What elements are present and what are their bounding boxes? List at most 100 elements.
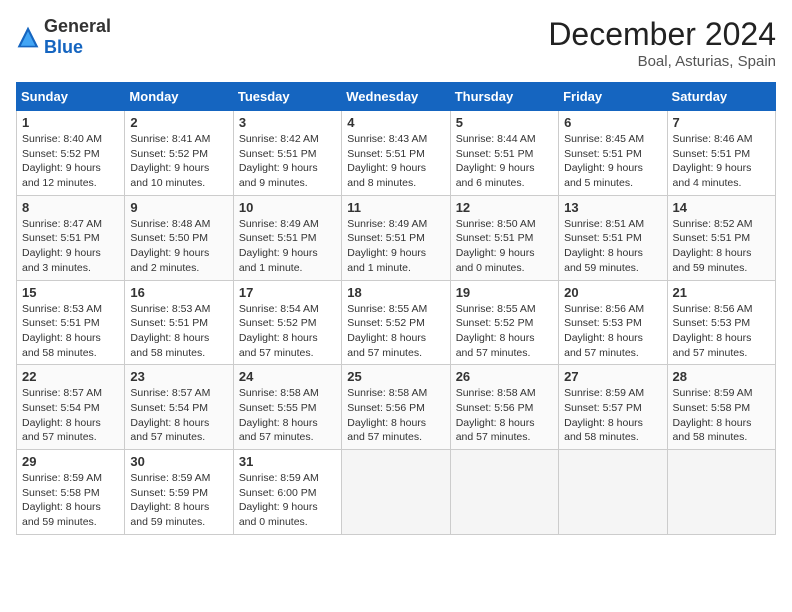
day-number: 31 [239, 454, 336, 469]
day-details: Sunrise: 8:49 AMSunset: 5:51 PMDaylight:… [239, 218, 319, 274]
title-area: December 2024 Boal, Asturias, Spain [548, 16, 776, 70]
day-cell: 9 Sunrise: 8:48 AMSunset: 5:50 PMDayligh… [125, 195, 233, 280]
day-cell: 8 Sunrise: 8:47 AMSunset: 5:51 PMDayligh… [17, 195, 125, 280]
day-cell: 11 Sunrise: 8:49 AMSunset: 5:51 PMDaylig… [342, 195, 450, 280]
day-cell: 13 Sunrise: 8:51 AMSunset: 5:51 PMDaylig… [559, 195, 667, 280]
day-number: 12 [456, 200, 553, 215]
day-details: Sunrise: 8:41 AMSunset: 5:52 PMDaylight:… [130, 133, 210, 189]
day-details: Sunrise: 8:53 AMSunset: 5:51 PMDaylight:… [130, 303, 210, 359]
day-cell: 1 Sunrise: 8:40 AMSunset: 5:52 PMDayligh… [17, 111, 125, 196]
day-cell: 12 Sunrise: 8:50 AMSunset: 5:51 PMDaylig… [450, 195, 558, 280]
day-cell: 25 Sunrise: 8:58 AMSunset: 5:56 PMDaylig… [342, 365, 450, 450]
header-thursday: Thursday [450, 83, 558, 111]
day-details: Sunrise: 8:56 AMSunset: 5:53 PMDaylight:… [673, 303, 753, 359]
day-details: Sunrise: 8:58 AMSunset: 5:55 PMDaylight:… [239, 387, 319, 443]
day-cell: 21 Sunrise: 8:56 AMSunset: 5:53 PMDaylig… [667, 280, 775, 365]
day-cell: 27 Sunrise: 8:59 AMSunset: 5:57 PMDaylig… [559, 365, 667, 450]
day-details: Sunrise: 8:40 AMSunset: 5:52 PMDaylight:… [22, 133, 102, 189]
day-details: Sunrise: 8:52 AMSunset: 5:51 PMDaylight:… [673, 218, 753, 274]
day-details: Sunrise: 8:43 AMSunset: 5:51 PMDaylight:… [347, 133, 427, 189]
header: General Blue December 2024 Boal, Asturia… [16, 16, 776, 70]
logo-blue: Blue [44, 37, 83, 57]
calendar-table: Sunday Monday Tuesday Wednesday Thursday… [16, 82, 776, 535]
day-number: 10 [239, 200, 336, 215]
day-number: 26 [456, 369, 553, 384]
day-cell: 19 Sunrise: 8:55 AMSunset: 5:52 PMDaylig… [450, 280, 558, 365]
day-details: Sunrise: 8:59 AMSunset: 6:00 PMDaylight:… [239, 472, 319, 528]
day-cell: 29 Sunrise: 8:59 AMSunset: 5:58 PMDaylig… [17, 450, 125, 535]
weekday-header-row: Sunday Monday Tuesday Wednesday Thursday… [17, 83, 776, 111]
day-number: 28 [673, 369, 770, 384]
day-number: 19 [456, 285, 553, 300]
day-details: Sunrise: 8:59 AMSunset: 5:59 PMDaylight:… [130, 472, 210, 528]
calendar-week-row: 29 Sunrise: 8:59 AMSunset: 5:58 PMDaylig… [17, 450, 776, 535]
calendar-week-row: 22 Sunrise: 8:57 AMSunset: 5:54 PMDaylig… [17, 365, 776, 450]
day-number: 14 [673, 200, 770, 215]
empty-cell [450, 450, 558, 535]
day-number: 20 [564, 285, 661, 300]
day-number: 11 [347, 200, 444, 215]
day-details: Sunrise: 8:46 AMSunset: 5:51 PMDaylight:… [673, 133, 753, 189]
day-cell: 5 Sunrise: 8:44 AMSunset: 5:51 PMDayligh… [450, 111, 558, 196]
day-number: 5 [456, 115, 553, 130]
day-cell: 7 Sunrise: 8:46 AMSunset: 5:51 PMDayligh… [667, 111, 775, 196]
day-cell: 3 Sunrise: 8:42 AMSunset: 5:51 PMDayligh… [233, 111, 341, 196]
day-number: 17 [239, 285, 336, 300]
day-cell: 4 Sunrise: 8:43 AMSunset: 5:51 PMDayligh… [342, 111, 450, 196]
day-cell: 10 Sunrise: 8:49 AMSunset: 5:51 PMDaylig… [233, 195, 341, 280]
empty-cell [342, 450, 450, 535]
logo-general: General [44, 16, 111, 36]
day-cell: 17 Sunrise: 8:54 AMSunset: 5:52 PMDaylig… [233, 280, 341, 365]
day-cell: 2 Sunrise: 8:41 AMSunset: 5:52 PMDayligh… [125, 111, 233, 196]
day-details: Sunrise: 8:59 AMSunset: 5:58 PMDaylight:… [673, 387, 753, 443]
day-details: Sunrise: 8:42 AMSunset: 5:51 PMDaylight:… [239, 133, 319, 189]
empty-cell [559, 450, 667, 535]
day-number: 25 [347, 369, 444, 384]
day-cell: 28 Sunrise: 8:59 AMSunset: 5:58 PMDaylig… [667, 365, 775, 450]
day-details: Sunrise: 8:49 AMSunset: 5:51 PMDaylight:… [347, 218, 427, 274]
day-details: Sunrise: 8:56 AMSunset: 5:53 PMDaylight:… [564, 303, 644, 359]
day-details: Sunrise: 8:59 AMSunset: 5:57 PMDaylight:… [564, 387, 644, 443]
calendar-week-row: 15 Sunrise: 8:53 AMSunset: 5:51 PMDaylig… [17, 280, 776, 365]
header-wednesday: Wednesday [342, 83, 450, 111]
day-details: Sunrise: 8:50 AMSunset: 5:51 PMDaylight:… [456, 218, 536, 274]
day-cell: 18 Sunrise: 8:55 AMSunset: 5:52 PMDaylig… [342, 280, 450, 365]
day-number: 13 [564, 200, 661, 215]
day-details: Sunrise: 8:55 AMSunset: 5:52 PMDaylight:… [456, 303, 536, 359]
day-number: 8 [22, 200, 119, 215]
day-number: 15 [22, 285, 119, 300]
logo-text: General Blue [44, 16, 111, 58]
header-saturday: Saturday [667, 83, 775, 111]
day-number: 16 [130, 285, 227, 300]
day-number: 2 [130, 115, 227, 130]
calendar-week-row: 1 Sunrise: 8:40 AMSunset: 5:52 PMDayligh… [17, 111, 776, 196]
day-details: Sunrise: 8:58 AMSunset: 5:56 PMDaylight:… [347, 387, 427, 443]
day-cell: 14 Sunrise: 8:52 AMSunset: 5:51 PMDaylig… [667, 195, 775, 280]
day-cell: 26 Sunrise: 8:58 AMSunset: 5:56 PMDaylig… [450, 365, 558, 450]
day-details: Sunrise: 8:45 AMSunset: 5:51 PMDaylight:… [564, 133, 644, 189]
day-cell: 22 Sunrise: 8:57 AMSunset: 5:54 PMDaylig… [17, 365, 125, 450]
logo-icon [16, 25, 40, 49]
day-cell: 24 Sunrise: 8:58 AMSunset: 5:55 PMDaylig… [233, 365, 341, 450]
day-number: 1 [22, 115, 119, 130]
day-number: 30 [130, 454, 227, 469]
day-cell: 15 Sunrise: 8:53 AMSunset: 5:51 PMDaylig… [17, 280, 125, 365]
month-title: December 2024 [548, 16, 776, 53]
header-sunday: Sunday [17, 83, 125, 111]
day-details: Sunrise: 8:55 AMSunset: 5:52 PMDaylight:… [347, 303, 427, 359]
day-number: 4 [347, 115, 444, 130]
day-details: Sunrise: 8:48 AMSunset: 5:50 PMDaylight:… [130, 218, 210, 274]
day-cell: 16 Sunrise: 8:53 AMSunset: 5:51 PMDaylig… [125, 280, 233, 365]
day-details: Sunrise: 8:57 AMSunset: 5:54 PMDaylight:… [130, 387, 210, 443]
day-number: 21 [673, 285, 770, 300]
day-number: 7 [673, 115, 770, 130]
day-number: 22 [22, 369, 119, 384]
day-details: Sunrise: 8:54 AMSunset: 5:52 PMDaylight:… [239, 303, 319, 359]
day-details: Sunrise: 8:59 AMSunset: 5:58 PMDaylight:… [22, 472, 102, 528]
day-details: Sunrise: 8:51 AMSunset: 5:51 PMDaylight:… [564, 218, 644, 274]
day-number: 29 [22, 454, 119, 469]
day-cell: 6 Sunrise: 8:45 AMSunset: 5:51 PMDayligh… [559, 111, 667, 196]
day-cell: 30 Sunrise: 8:59 AMSunset: 5:59 PMDaylig… [125, 450, 233, 535]
header-friday: Friday [559, 83, 667, 111]
day-details: Sunrise: 8:57 AMSunset: 5:54 PMDaylight:… [22, 387, 102, 443]
